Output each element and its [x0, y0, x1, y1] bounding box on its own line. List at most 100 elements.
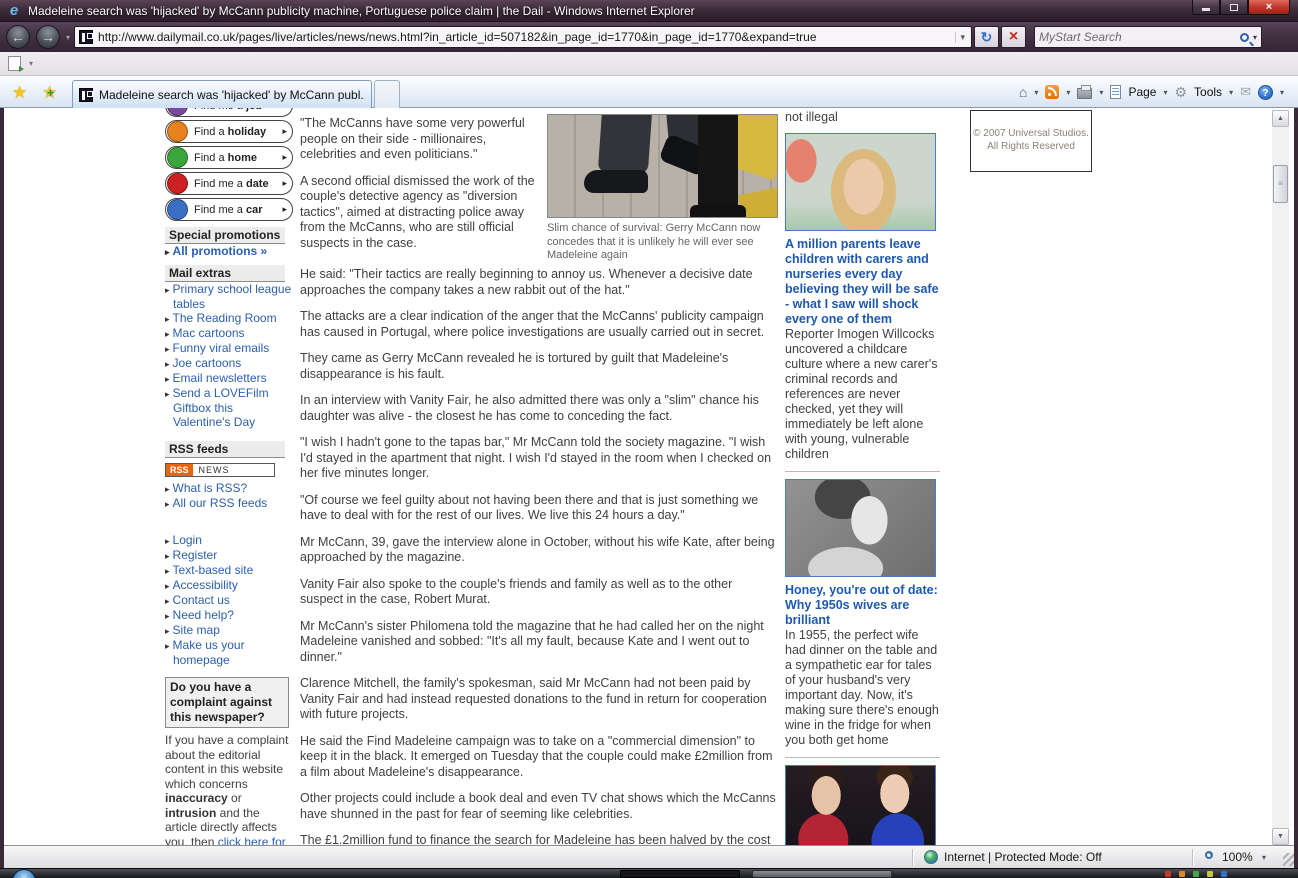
quick-tabs-icon[interactable]	[8, 56, 21, 71]
system-tray[interactable]	[1165, 871, 1227, 877]
rss-news-badge[interactable]: RSS NEWS	[165, 463, 275, 477]
find-holiday-button[interactable]: Find a holiday ▸	[165, 120, 293, 143]
help-icon[interactable]: ?	[1258, 85, 1273, 100]
sidebar-link[interactable]: ▸Accessibility	[165, 578, 293, 593]
internet-zone-icon	[924, 850, 938, 864]
search-icon[interactable]	[1240, 33, 1249, 42]
tray-icon[interactable]	[1207, 871, 1213, 877]
tab-title: Madeleine search was 'hijacked' by McCan…	[99, 88, 365, 102]
close-button[interactable]: ×	[1248, 0, 1290, 15]
sidebar-link[interactable]: ▸Text-based site	[165, 563, 293, 578]
taskbar-button-active[interactable]	[620, 870, 740, 878]
tools-dropdown-icon[interactable]: ▾	[1229, 88, 1233, 97]
story-item	[785, 757, 940, 845]
sidebar-link[interactable]: ▸Need help?	[165, 608, 293, 623]
article-body: Slim chance of survival: Gerry McCann no…	[300, 110, 778, 845]
status-bar: Internet | Protected Mode: Off 100% ▾	[0, 845, 1298, 868]
stop-button[interactable]: ×	[1001, 26, 1026, 48]
story-headline-childcare[interactable]: A million parents leave children with ca…	[785, 237, 940, 327]
photo-caption: Slim chance of survival: Gerry McCann no…	[547, 222, 778, 263]
sidebar-link-register[interactable]: ▸Register	[165, 548, 293, 563]
sidebar-link[interactable]: ▸Primary school league tables	[165, 282, 293, 311]
scroll-down-button[interactable]: ▼	[1272, 828, 1289, 845]
minimize-button[interactable]	[1192, 0, 1220, 15]
print-dropdown-icon[interactable]: ▾	[1099, 88, 1103, 97]
rss-feed-icon[interactable]	[1045, 85, 1059, 99]
address-bar[interactable]: http://www.dailymail.co.uk/pages/live/ar…	[74, 26, 972, 48]
help-dropdown-icon[interactable]: ▾	[1280, 88, 1284, 97]
bullet-icon: ▸	[165, 359, 170, 369]
window-border-right	[1294, 108, 1298, 868]
article-paragraph: Vanity Fair also spoke to the couple's f…	[300, 577, 778, 608]
add-favorite-icon[interactable]: ★+	[42, 83, 57, 103]
find-car-button[interactable]: Find me a car ▸	[165, 198, 293, 221]
tray-icon[interactable]	[1193, 871, 1199, 877]
page-dropdown-icon[interactable]: ▾	[1163, 88, 1167, 97]
vertical-scrollbar[interactable]: ▲ ≡ ▼	[1272, 110, 1289, 845]
browser-tab-active[interactable]: Madeleine search was 'hijacked' by McCan…	[72, 80, 372, 108]
sidebar-link[interactable]: ▸The Reading Room	[165, 311, 293, 326]
scrollbar-thumb[interactable]: ≡	[1273, 165, 1288, 203]
favorites-star-icon[interactable]: ★	[12, 83, 27, 103]
sidebar-link-sitemap[interactable]: ▸Site map	[165, 623, 293, 638]
refresh-button[interactable]: ↻	[974, 26, 999, 48]
story-thumbnail-childcare[interactable]	[785, 133, 936, 231]
complaint-box-header: Do you have a complaint against this new…	[165, 677, 289, 728]
page-menu-icon[interactable]	[1110, 85, 1121, 99]
sidebar-link[interactable]: ▸Email newsletters	[165, 371, 293, 386]
restore-icon	[1230, 4, 1238, 11]
gear-icon[interactable]: ⚙	[1174, 84, 1187, 101]
home-icon[interactable]: ⌂	[1019, 84, 1027, 100]
tabs-bar: ★ ★+ Madeleine search was 'hijacked' by …	[0, 76, 1298, 108]
heart-icon	[167, 173, 188, 194]
bullet-icon: ▸	[165, 344, 170, 354]
address-url[interactable]: http://www.dailymail.co.uk/pages/live/ar…	[98, 30, 955, 44]
mail-icon[interactable]: ✉	[1240, 84, 1251, 100]
sidebar-link-contact[interactable]: ▸Contact us	[165, 593, 293, 608]
taskbar-button[interactable]	[752, 870, 892, 878]
sidebar-link[interactable]: ▸What is RSS?	[165, 481, 293, 496]
search-dropdown-icon[interactable]: ▾	[1253, 33, 1257, 42]
zoom-icon[interactable]	[1205, 851, 1213, 859]
rss-dropdown-icon[interactable]: ▾	[1066, 88, 1070, 97]
page-menu-label[interactable]: Page	[1128, 85, 1156, 99]
back-button[interactable]: ←	[6, 25, 30, 49]
sidebar-link[interactable]: ▸Make us your homepage	[165, 638, 293, 667]
bullet-icon: ▸	[165, 484, 170, 494]
tools-menu-label[interactable]: Tools	[1194, 85, 1222, 99]
find-home-button[interactable]: Find a home ▸	[165, 146, 293, 169]
address-dropdown-icon[interactable]: ▾	[955, 32, 969, 43]
forward-button[interactable]: →	[36, 25, 60, 49]
sidebar-link[interactable]: ▸Mac cartoons	[165, 326, 293, 341]
bullet-icon: ▸	[165, 626, 170, 636]
zoom-dropdown-icon[interactable]: ▾	[1262, 853, 1266, 862]
search-placeholder: MyStart Search	[1039, 30, 1240, 44]
zoom-level[interactable]: 100%	[1222, 850, 1253, 864]
maximize-button[interactable]	[1220, 0, 1248, 15]
tray-icon[interactable]	[1165, 871, 1171, 877]
history-dropdown-icon[interactable]: ▾	[66, 33, 70, 42]
job-icon	[167, 108, 188, 116]
sidebar-link[interactable]: ▸Joe cartoons	[165, 356, 293, 371]
find-job-button[interactable]: Find me a job ▸	[165, 108, 293, 117]
sidebar-link[interactable]: ▸Send a LOVEFilm Giftbox this Valentine'…	[165, 386, 293, 429]
sidebar-link[interactable]: ▸All our RSS feeds	[165, 496, 293, 511]
story-thumbnail-two-women[interactable]	[785, 765, 936, 845]
new-tab-stub[interactable]	[374, 80, 400, 108]
arrow-icon: ▸	[282, 152, 287, 163]
all-promotions-link[interactable]: ▸All promotions »	[165, 244, 293, 259]
story-thumbnail-1950s-wives[interactable]	[785, 479, 936, 577]
sidebar-link[interactable]: ▸Funny viral emails	[165, 341, 293, 356]
search-input[interactable]: MyStart Search ▾	[1034, 26, 1262, 48]
tray-icon[interactable]	[1179, 871, 1185, 877]
quick-tabs-dropdown-icon[interactable]: ▾	[29, 59, 33, 68]
arrow-icon: ▸	[282, 126, 287, 137]
home-dropdown-icon[interactable]: ▾	[1034, 88, 1038, 97]
tray-icon[interactable]	[1221, 871, 1227, 877]
window-controls: ×	[1192, 0, 1290, 15]
print-icon[interactable]	[1077, 88, 1092, 99]
story-headline-1950s-wives[interactable]: Honey, you're out of date: Why 1950s wiv…	[785, 583, 940, 628]
scroll-up-button[interactable]: ▲	[1272, 110, 1289, 127]
find-date-button[interactable]: Find me a date ▸	[165, 172, 293, 195]
sidebar-link-login[interactable]: ▸Login	[165, 533, 293, 548]
